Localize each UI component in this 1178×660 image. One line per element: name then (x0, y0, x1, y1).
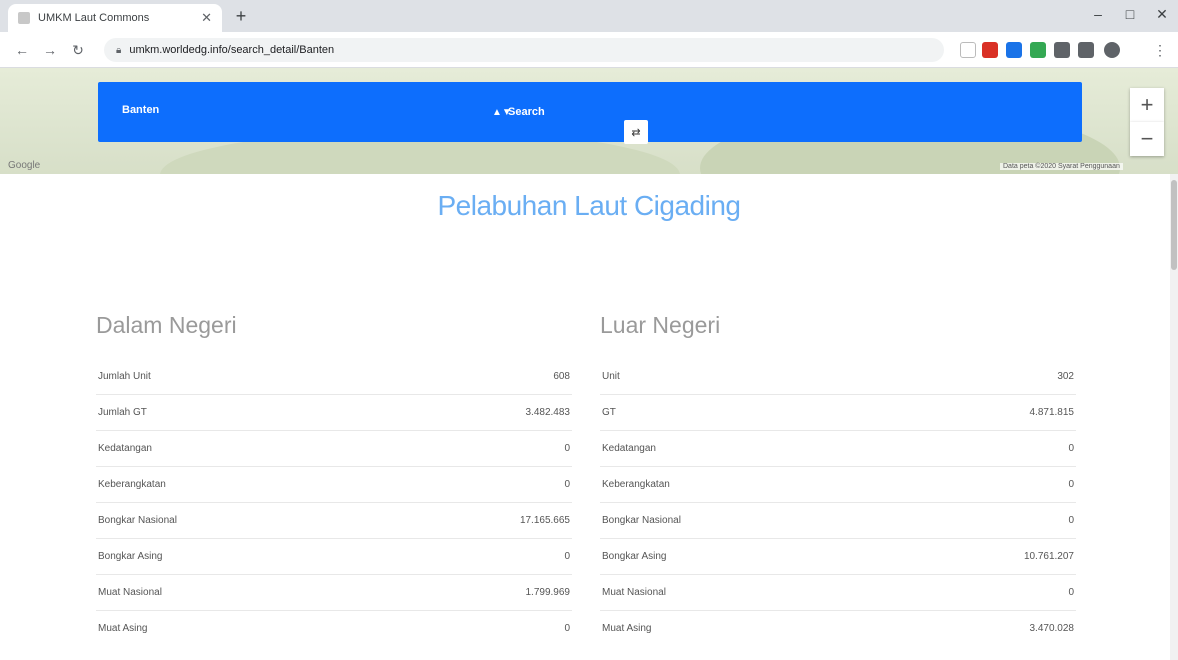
extension-icon[interactable] (1006, 42, 1022, 58)
tab-title: UMKM Laut Commons (38, 12, 150, 24)
row-value: 302 (1057, 370, 1074, 382)
table-row: Bongkar Asing 0 (96, 538, 572, 574)
row-value: 3.470.028 (1029, 623, 1075, 634)
url-text: umkm.worldedg.info/search_detail/Banten (129, 44, 335, 56)
zoom-out-button[interactable]: − (1130, 122, 1164, 156)
row-value: 0 (1068, 479, 1074, 490)
row-label: Jumlah Unit (98, 370, 151, 382)
row-label: Bongkar Nasional (98, 515, 177, 526)
row-value: 0 (1068, 587, 1074, 598)
table-row: Bongkar Nasional 17.165.665 (96, 502, 572, 538)
table-row: Muat Asing 0 (96, 610, 572, 646)
table-row: Kedatangan 0 (96, 430, 572, 466)
row-label: Kedatangan (98, 443, 152, 454)
profile-avatar[interactable] (1104, 42, 1120, 58)
row-label: Keberangkatan (602, 479, 670, 490)
row-label: Unit (602, 370, 620, 382)
new-tab-button[interactable]: + (230, 6, 252, 28)
row-value: 3.482.483 (525, 407, 571, 418)
table-row: Unit 302 (600, 358, 1076, 394)
row-value: 4.871.815 (1029, 407, 1075, 418)
lock-icon: 🔒︎ (116, 44, 122, 56)
row-value: 0 (564, 479, 570, 490)
reload-icon[interactable]: ↻ (68, 40, 88, 60)
map-attribution[interactable]: Data peta ©2020 Syarat Penggunaan (1000, 163, 1123, 170)
tab-close-icon[interactable]: ✕ (201, 10, 212, 26)
back-icon[interactable]: ← (12, 40, 32, 60)
row-label: Bongkar Asing (602, 551, 667, 562)
favicon-icon (18, 12, 30, 24)
page-scrollbar[interactable] (1170, 174, 1178, 660)
row-value: 0 (564, 551, 570, 562)
search-panel: Banten ▲▼ Search (98, 82, 1082, 142)
table-row: Muat Nasional 1.799.969 (96, 574, 572, 610)
row-label: Keberangkatan (98, 479, 166, 490)
browser-tab[interactable]: UMKM Laut Commons ✕ (8, 4, 222, 32)
row-label: Muat Nasional (602, 587, 666, 598)
minimize-button[interactable]: – (1086, 6, 1110, 22)
search-button[interactable]: ⇄ (624, 120, 648, 144)
section-heading: Dalam Negeri (96, 312, 237, 338)
row-value: 0 (1068, 515, 1074, 526)
row-label: Kedatangan (602, 443, 656, 454)
province-select[interactable]: Banten (122, 104, 159, 116)
row-value: 0 (1068, 443, 1074, 454)
table-row: Muat Asing 3.470.028 (600, 610, 1076, 646)
table-row: Muat Nasional 0 (600, 574, 1076, 610)
row-value: 17.165.665 (519, 515, 570, 526)
luar-negeri-section: Luar Negeri Unit 302 GT 4.871.815 Kedatangan… (600, 312, 1076, 646)
extensions-puzzle-icon[interactable] (1054, 42, 1070, 58)
bookmark-star-icon[interactable] (960, 42, 976, 58)
dalam-negeri-section: Dalam Negeri Jumlah Unit 608 Jumlah GT 3.48… (96, 312, 572, 646)
row-label: Bongkar Nasional (602, 515, 681, 526)
row-value: 0 (564, 623, 570, 634)
address-bar[interactable]: 🔒︎ umkm.worldedg.info/search_detail/Bant… (104, 38, 944, 62)
row-label: Muat Nasional (98, 587, 162, 598)
extension-icon[interactable] (1078, 42, 1094, 58)
row-label: Jumlah GT (98, 407, 147, 418)
extension-icon[interactable] (1030, 42, 1046, 58)
row-label: Muat Asing (98, 623, 148, 634)
map-google-logo: Google (8, 160, 41, 171)
table-row: GT 4.871.815 (600, 394, 1076, 430)
row-label: Bongkar Asing (98, 551, 163, 562)
page-title: Pelabuhan Laut Cigading (437, 190, 741, 221)
row-value: 1.799.969 (525, 587, 571, 598)
row-value: 10.761.207 (1023, 551, 1074, 562)
row-label: GT (602, 407, 616, 418)
table-row: Bongkar Nasional 0 (600, 502, 1076, 538)
table-row: Jumlah GT 3.482.483 (96, 394, 572, 430)
browser-toolbar: ← → ↻ 🔒︎ umkm.worldedg.info/search_detai… (0, 32, 1178, 68)
browser-tab-bar: UMKM Laut Commons ✕ + – □ ✕ (0, 0, 1178, 32)
dalam-negeri-table: Jumlah Unit 608 Jumlah GT 3.482.483 Kedatang… (96, 358, 572, 646)
row-label: Muat Asing (602, 623, 652, 634)
menu-kebab-icon[interactable]: ⋮ (1150, 40, 1170, 60)
section-heading: Luar Negeri (600, 312, 721, 338)
table-row: Keberangkatan 0 (96, 466, 572, 502)
row-value: 608 (553, 370, 570, 382)
table-row: Kedatangan 0 (600, 430, 1076, 466)
row-value: 0 (564, 443, 570, 454)
search-label: Search (508, 106, 545, 118)
extension-icon[interactable] (982, 42, 998, 58)
table-row: Bongkar Asing 10.761.207 (600, 538, 1076, 574)
close-window-button[interactable]: ✕ (1150, 6, 1174, 23)
maximize-button[interactable]: □ (1118, 6, 1142, 22)
table-row: Keberangkatan 0 (600, 466, 1076, 502)
table-row: Jumlah Unit 608 (96, 358, 572, 394)
luar-negeri-table: Unit 302 GT 4.871.815 Kedatangan 0 Keberangkat… (600, 358, 1076, 646)
forward-icon[interactable]: → (40, 40, 60, 60)
zoom-in-button[interactable]: + (1130, 88, 1164, 122)
